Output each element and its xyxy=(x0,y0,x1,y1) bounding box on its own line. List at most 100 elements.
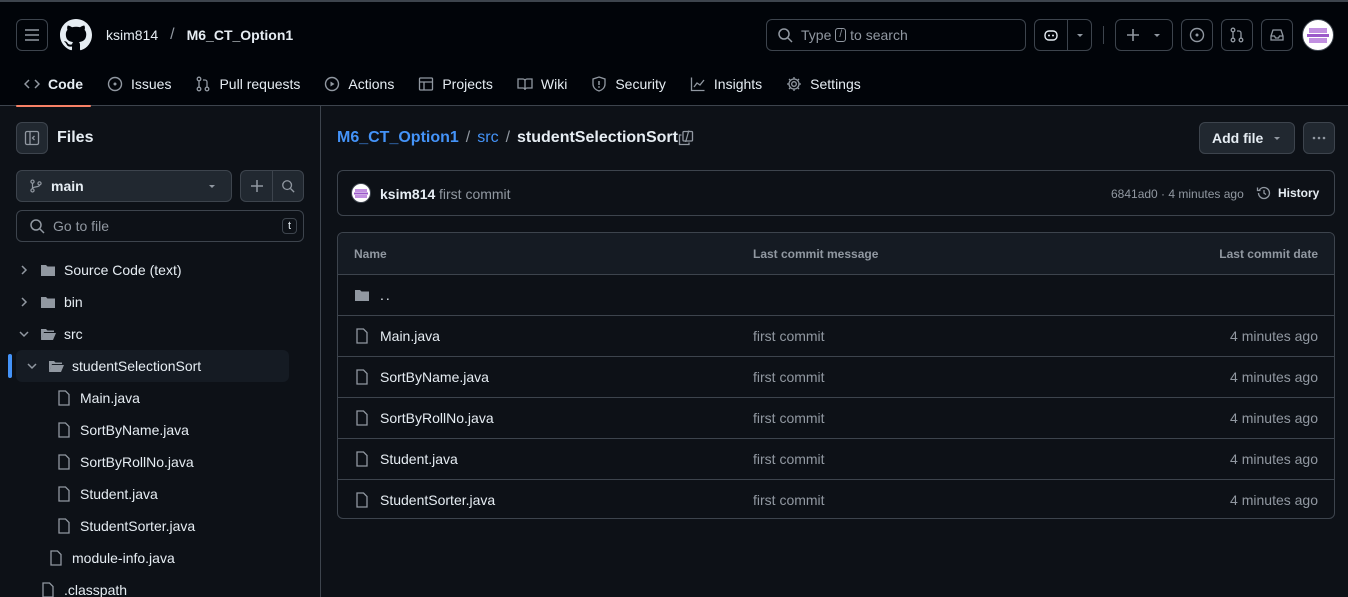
tree-item-folder[interactable]: src xyxy=(16,318,288,350)
inbox-button[interactable] xyxy=(1261,19,1293,51)
pull-request-icon xyxy=(197,76,210,92)
collapse-sidebar-button[interactable] xyxy=(16,122,48,154)
avatar[interactable] xyxy=(1302,19,1334,51)
menu-button[interactable] xyxy=(16,19,48,51)
tree-item-folder[interactable]: Source Code (text) xyxy=(16,254,288,286)
breadcrumb-separator: / xyxy=(505,129,511,146)
tree-item-file[interactable]: Main.java xyxy=(56,382,288,414)
go-to-file-input[interactable]: Go to file t xyxy=(16,210,304,242)
commit-author-avatar[interactable] xyxy=(351,183,371,203)
tree-item-label: Main.java xyxy=(80,390,140,406)
tree-item-file[interactable]: SortByRollNo.java xyxy=(56,446,288,478)
file-name-link[interactable]: Main.java xyxy=(380,328,440,344)
graph-icon xyxy=(690,77,705,92)
tab-label: Projects xyxy=(442,76,493,92)
tab-pull-requests[interactable]: Pull requests xyxy=(187,66,308,102)
tree-item-folder-selected[interactable]: studentSelectionSort xyxy=(16,350,289,382)
github-logo-icon[interactable] xyxy=(60,19,92,51)
create-new-button[interactable] xyxy=(1115,19,1173,51)
table-row[interactable]: StudentSorter.java first commit 4 minute… xyxy=(338,479,1334,518)
chevron-right-icon xyxy=(21,265,28,275)
file-icon xyxy=(356,369,368,385)
path-breadcrumb: M6_CT_Option1 / src / studentSelectionSo… xyxy=(337,129,692,147)
parent-directory-link[interactable]: .. xyxy=(380,287,392,303)
file-tree-sidebar: Files main Go to file t Source Code (tex… xyxy=(0,106,321,597)
tab-insights[interactable]: Insights xyxy=(682,66,770,102)
commit-message[interactable]: first commit xyxy=(439,186,511,202)
search-input[interactable]: Type / to search xyxy=(766,19,1026,51)
file-commit-date: 4 minutes ago xyxy=(1230,492,1318,508)
pull-requests-button[interactable] xyxy=(1221,19,1253,51)
file-name-link[interactable]: SortByRollNo.java xyxy=(380,410,494,426)
tree-item-label: studentSelectionSort xyxy=(72,358,202,374)
tab-settings[interactable]: Settings xyxy=(778,66,869,102)
divider xyxy=(1103,26,1104,44)
shield-icon xyxy=(592,76,606,92)
tab-label: Pull requests xyxy=(219,76,301,92)
tab-code[interactable]: Code xyxy=(16,66,91,107)
file-commit-message[interactable]: first commit xyxy=(753,492,825,508)
book-icon xyxy=(517,78,533,91)
file-icon xyxy=(58,518,70,534)
file-name-link[interactable]: Student.java xyxy=(380,451,458,467)
file-name-link[interactable]: StudentSorter.java xyxy=(380,492,495,508)
file-name-link[interactable]: SortByName.java xyxy=(380,369,489,385)
issues-button[interactable] xyxy=(1181,19,1213,51)
branch-selector[interactable]: main xyxy=(16,170,232,202)
tab-label: Actions xyxy=(348,76,395,92)
column-header-date: Last commit date xyxy=(1219,247,1318,261)
table-row[interactable]: Main.java first commit 4 minutes ago xyxy=(338,315,1334,356)
files-title: Files xyxy=(57,129,94,146)
tab-projects[interactable]: Projects xyxy=(410,66,501,102)
table-row[interactable]: SortByName.java first commit 4 minutes a… xyxy=(338,356,1334,397)
owner-link[interactable]: ksim814 xyxy=(106,27,158,43)
add-file-label: Add file xyxy=(1212,130,1264,146)
tab-issues[interactable]: Issues xyxy=(99,66,179,102)
file-commit-message[interactable]: first commit xyxy=(753,369,825,385)
tab-label: Settings xyxy=(810,76,861,92)
table-row[interactable]: Student.java first commit 4 minutes ago xyxy=(338,438,1334,479)
file-commit-date: 4 minutes ago xyxy=(1230,369,1318,385)
issue-icon xyxy=(107,76,123,92)
commit-author[interactable]: ksim814 xyxy=(380,186,435,202)
tab-security[interactable]: Security xyxy=(583,66,674,102)
tree-item-file[interactable]: module-info.java xyxy=(48,542,288,574)
tree-item-file[interactable]: StudentSorter.java xyxy=(56,510,288,542)
tree-item-folder[interactable]: bin xyxy=(16,286,288,318)
tab-wiki[interactable]: Wiki xyxy=(509,66,575,102)
search-suffix: to search xyxy=(850,27,908,43)
parent-directory-row[interactable]: .. xyxy=(338,274,1334,315)
commit-hash-age[interactable]: 6841ad0 · 4 minutes ago xyxy=(1111,187,1244,201)
tab-label: Security xyxy=(615,76,666,92)
copy-path-button[interactable] xyxy=(674,126,698,150)
history-button[interactable]: History xyxy=(1256,185,1319,201)
tree-item-file[interactable]: SortByName.java xyxy=(56,414,288,446)
repo-link[interactable]: M6_CT_Option1 xyxy=(187,27,294,43)
breadcrumb-repo-link[interactable]: M6_CT_Option1 xyxy=(337,129,459,147)
tab-label: Code xyxy=(48,76,83,92)
file-commit-date: 4 minutes ago xyxy=(1230,451,1318,467)
add-file-button[interactable]: Add file xyxy=(1199,122,1295,154)
file-icon xyxy=(58,390,70,406)
copilot-button[interactable] xyxy=(1034,19,1092,51)
file-icon xyxy=(58,486,70,502)
chevron-down-icon xyxy=(1077,34,1083,37)
more-options-button[interactable] xyxy=(1303,122,1335,154)
file-commit-message[interactable]: first commit xyxy=(753,328,825,344)
tree-item-file[interactable]: .classpath xyxy=(40,574,288,597)
file-commit-message[interactable]: first commit xyxy=(753,410,825,426)
tree-item-file[interactable]: Student.java xyxy=(56,478,288,510)
tree-item-label: SortByName.java xyxy=(80,422,189,438)
search-icon xyxy=(30,219,45,234)
tab-actions[interactable]: Actions xyxy=(316,66,402,102)
add-file-tree-button[interactable] xyxy=(240,170,272,202)
file-commit-message[interactable]: first commit xyxy=(753,451,825,467)
folder-icon xyxy=(41,297,55,308)
history-icon xyxy=(1256,186,1271,200)
breadcrumb-dir-link[interactable]: src xyxy=(477,129,498,147)
file-icon xyxy=(58,454,70,470)
search-tree-button[interactable] xyxy=(272,170,304,202)
folder-icon xyxy=(355,290,369,301)
tree-item-label: StudentSorter.java xyxy=(80,518,196,534)
table-row[interactable]: SortByRollNo.java first commit 4 minutes… xyxy=(338,397,1334,438)
